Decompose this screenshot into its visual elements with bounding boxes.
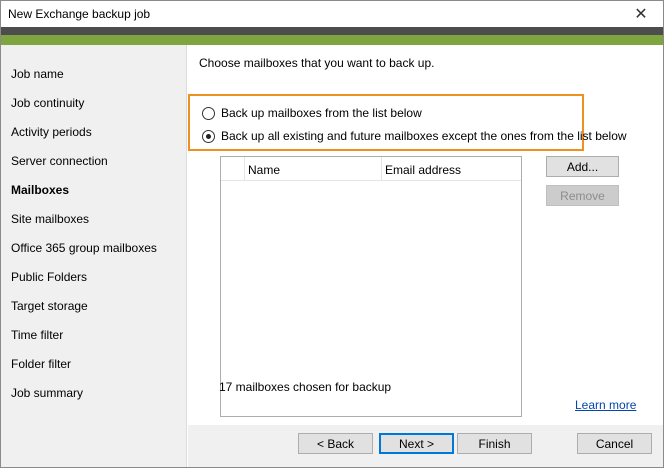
back-button[interactable]: < Back [298, 433, 373, 454]
wizard-steps-sidebar: Job name Job continuity Activity periods… [1, 45, 187, 467]
sidebar-item-time-filter[interactable]: Time filter [11, 328, 63, 342]
sidebar-item-mailboxes[interactable]: Mailboxes [11, 183, 69, 197]
option-all-except-list-label: Back up all existing and future mailboxe… [221, 129, 627, 143]
selection-status: 17 mailboxes chosen for backup [219, 380, 392, 394]
sidebar-item-public-folders[interactable]: Public Folders [11, 270, 87, 284]
header-band-green [1, 35, 663, 45]
title-bar: New Exchange backup job ✕ [1, 1, 663, 27]
main-panel: Choose mailboxes that you want to back u… [188, 45, 663, 425]
header-band-dark [1, 27, 663, 35]
close-icon[interactable]: ✕ [619, 1, 663, 27]
radio-all-except-list[interactable] [202, 129, 215, 143]
sidebar-item-activity-periods[interactable]: Activity periods [11, 125, 92, 139]
sidebar-item-target-storage[interactable]: Target storage [11, 299, 88, 313]
column-header-name[interactable]: Name [248, 163, 280, 177]
column-header-select[interactable] [221, 157, 245, 181]
page-heading: Choose mailboxes that you want to back u… [199, 56, 435, 70]
sidebar-item-job-summary[interactable]: Job summary [11, 386, 83, 400]
add-button[interactable]: Add... [546, 156, 619, 177]
radio-from-list[interactable] [202, 106, 215, 120]
sidebar-item-job-name[interactable]: Job name [11, 67, 64, 81]
wizard-footer: < Back Next > Finish Cancel [188, 425, 663, 467]
finish-button[interactable]: Finish [457, 433, 532, 454]
dialog-window: New Exchange backup job ✕ Job name Job c… [0, 0, 664, 468]
column-header-email[interactable]: Email address [385, 163, 461, 177]
window-title: New Exchange backup job [8, 7, 151, 21]
mailbox-list[interactable]: Name Email address [220, 156, 522, 417]
sidebar-item-folder-filter[interactable]: Folder filter [11, 357, 71, 371]
cancel-button[interactable]: Cancel [577, 433, 652, 454]
learn-more-link[interactable]: Learn more [575, 398, 636, 412]
option-all-except-list[interactable]: Back up all existing and future mailboxe… [202, 129, 627, 143]
sidebar-item-office365-group-mailboxes[interactable]: Office 365 group mailboxes [11, 241, 157, 255]
sidebar-item-server-connection[interactable]: Server connection [11, 154, 108, 168]
list-header: Name Email address [221, 157, 521, 181]
next-button[interactable]: Next > [379, 433, 454, 454]
sidebar-item-job-continuity[interactable]: Job continuity [11, 96, 84, 110]
backup-mode-group: Back up mailboxes from the list below Ba… [188, 94, 627, 151]
option-from-list-label: Back up mailboxes from the list below [221, 106, 422, 120]
remove-button[interactable]: Remove [546, 185, 619, 206]
sidebar-item-site-mailboxes[interactable]: Site mailboxes [11, 212, 89, 226]
column-separator[interactable] [381, 157, 382, 181]
option-from-list[interactable]: Back up mailboxes from the list below [202, 106, 422, 120]
